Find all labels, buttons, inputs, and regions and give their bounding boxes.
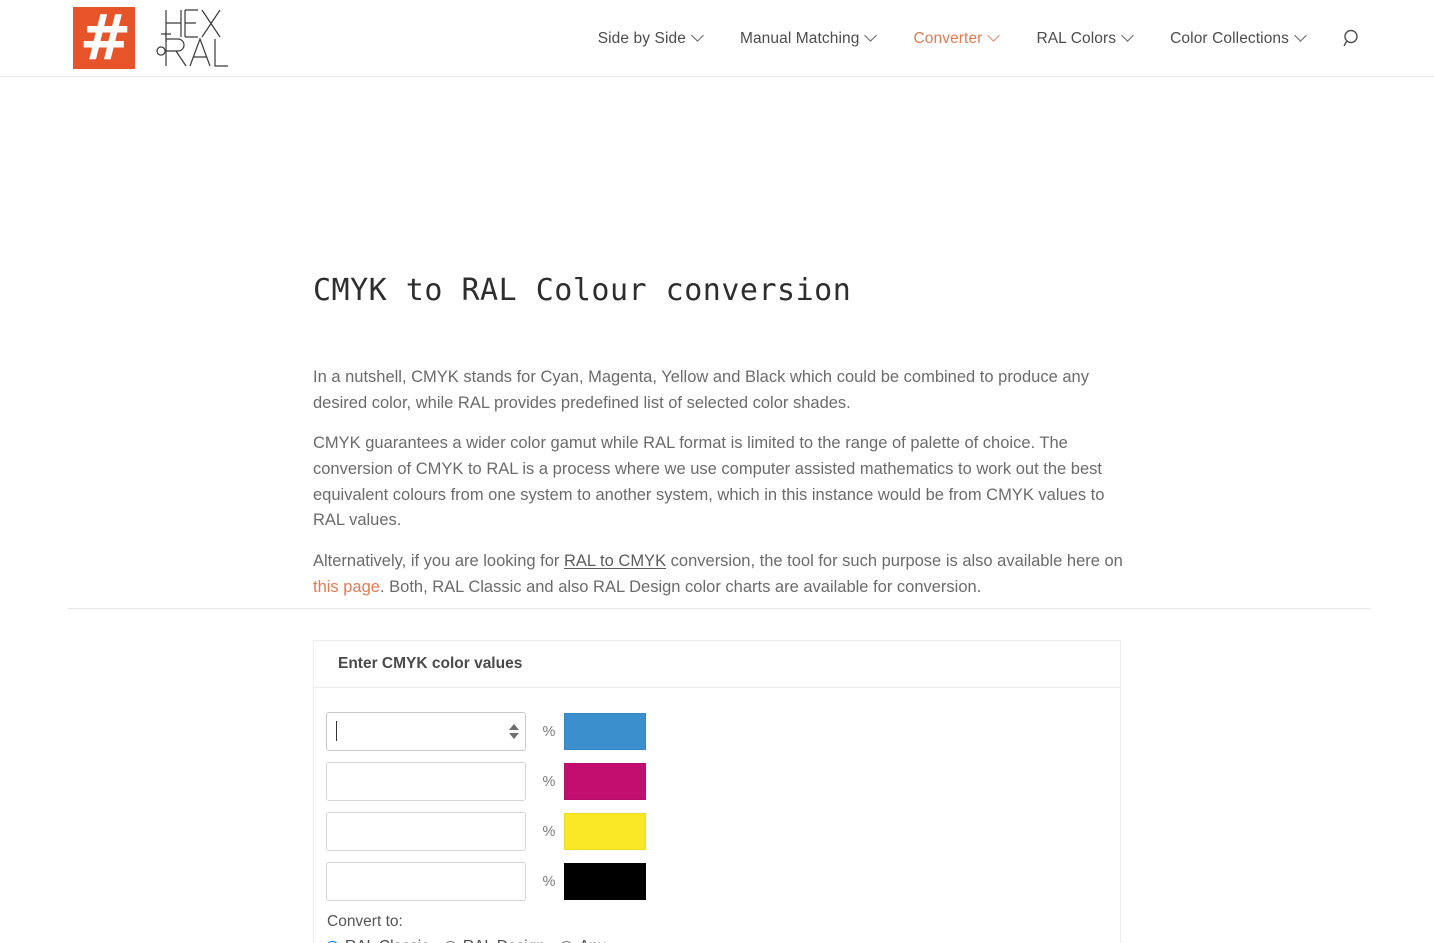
site-logo[interactable]: # xyxy=(73,7,234,69)
cyan-swatch xyxy=(564,713,646,750)
radio-ral-classic-label: RAL Classic xyxy=(345,938,429,943)
nav-label: Converter xyxy=(913,29,983,47)
card-title: Enter CMYK color values xyxy=(314,641,1120,688)
convert-target-radio-group: RAL Classic RAL Design Any xyxy=(326,938,1120,943)
nav-label: Color Collections xyxy=(1170,29,1289,47)
paragraph-1: In a nutshell, CMYK stands for Cyan, Mag… xyxy=(313,368,1089,412)
stepper-down-icon[interactable] xyxy=(508,733,519,739)
radio-ral-design-label: RAL Design xyxy=(463,938,545,943)
chevron-down-icon xyxy=(864,29,878,42)
key-swatch xyxy=(564,863,646,900)
nav-item-color-collections[interactable]: Color Collections xyxy=(1151,29,1324,48)
nav-label: Manual Matching xyxy=(739,29,860,47)
main-navigation: Side by Side Manual Matching Converter R… xyxy=(579,0,1372,77)
key-input[interactable] xyxy=(326,862,526,901)
magenta-unit-label: % xyxy=(542,773,556,790)
chevron-down-icon xyxy=(1294,29,1307,42)
magenta-swatch xyxy=(564,763,646,800)
nav-item-side-by-side[interactable]: Side by Side xyxy=(579,29,721,48)
nav-label: RAL Colors xyxy=(1036,29,1117,47)
logo-hash-mark: # xyxy=(73,7,135,69)
intro-text: In a nutshell, CMYK stands for Cyan, Mag… xyxy=(313,365,1125,600)
radio-any[interactable]: Any xyxy=(559,938,606,943)
cmyk-form-body: % % % % Convert to: xyxy=(314,688,1120,943)
cmyk-form-card: Enter CMYK color values % % % % Convert … xyxy=(313,640,1121,943)
cyan-unit-label: % xyxy=(542,723,556,740)
yellow-input[interactable] xyxy=(326,812,526,851)
magenta-input[interactable] xyxy=(326,762,526,801)
nav-label: Side by Side xyxy=(597,29,686,47)
cyan-input-wrap xyxy=(326,712,526,751)
chevron-down-icon xyxy=(1121,29,1135,42)
page-title: CMYK to RAL Colour conversion xyxy=(313,273,852,309)
paragraph-3: Alternatively, if you are looking for RA… xyxy=(313,549,1125,601)
radio-ral-design[interactable]: RAL Design xyxy=(443,938,545,943)
radio-any-label: Any xyxy=(579,938,606,943)
logo-wordmark xyxy=(136,7,234,69)
cmyk-row-yellow: % xyxy=(326,812,1120,851)
hash-symbol: # xyxy=(79,7,132,69)
text-cursor xyxy=(336,721,337,741)
nav-item-converter[interactable]: Converter xyxy=(894,29,1017,48)
paragraph-2: CMYK guarantees a wider color gamut whil… xyxy=(313,434,1105,530)
key-unit-label: % xyxy=(542,873,556,890)
site-header: # Side by Side Manual Matching Converter… xyxy=(0,0,1434,77)
paragraph-3-text-b: conversion, the tool for such purpose is… xyxy=(666,551,1123,570)
paragraph-3-text-c: . Both, RAL Classic and also RAL Design … xyxy=(379,577,982,596)
magenta-input-wrap xyxy=(326,762,526,801)
chevron-down-icon xyxy=(691,29,704,42)
convert-to-label: Convert to: xyxy=(327,913,403,930)
link-this-page[interactable]: this page xyxy=(313,578,380,596)
search-icon[interactable] xyxy=(1332,19,1372,59)
key-input-wrap xyxy=(326,862,526,901)
yellow-unit-label: % xyxy=(542,823,556,840)
chevron-down-icon xyxy=(987,29,1001,42)
cmyk-row-magenta: % xyxy=(326,762,1120,801)
paragraph-3-text-a: Alternatively, if you are looking for xyxy=(313,551,564,570)
cyan-input[interactable] xyxy=(326,712,526,751)
link-ral-to-cmyk[interactable]: RAL to CMYK xyxy=(564,552,666,570)
yellow-swatch xyxy=(564,813,646,850)
yellow-input-wrap xyxy=(326,812,526,851)
cmyk-row-key: % xyxy=(326,862,1120,901)
cyan-stepper[interactable] xyxy=(507,721,520,743)
nav-item-ral-colors[interactable]: RAL Colors xyxy=(1017,29,1151,48)
section-divider xyxy=(68,608,1370,609)
nav-item-manual-matching[interactable]: Manual Matching xyxy=(721,29,895,48)
stepper-up-icon[interactable] xyxy=(508,724,519,730)
cmyk-row-cyan: % xyxy=(326,712,1120,751)
radio-ral-classic[interactable]: RAL Classic xyxy=(326,938,429,943)
